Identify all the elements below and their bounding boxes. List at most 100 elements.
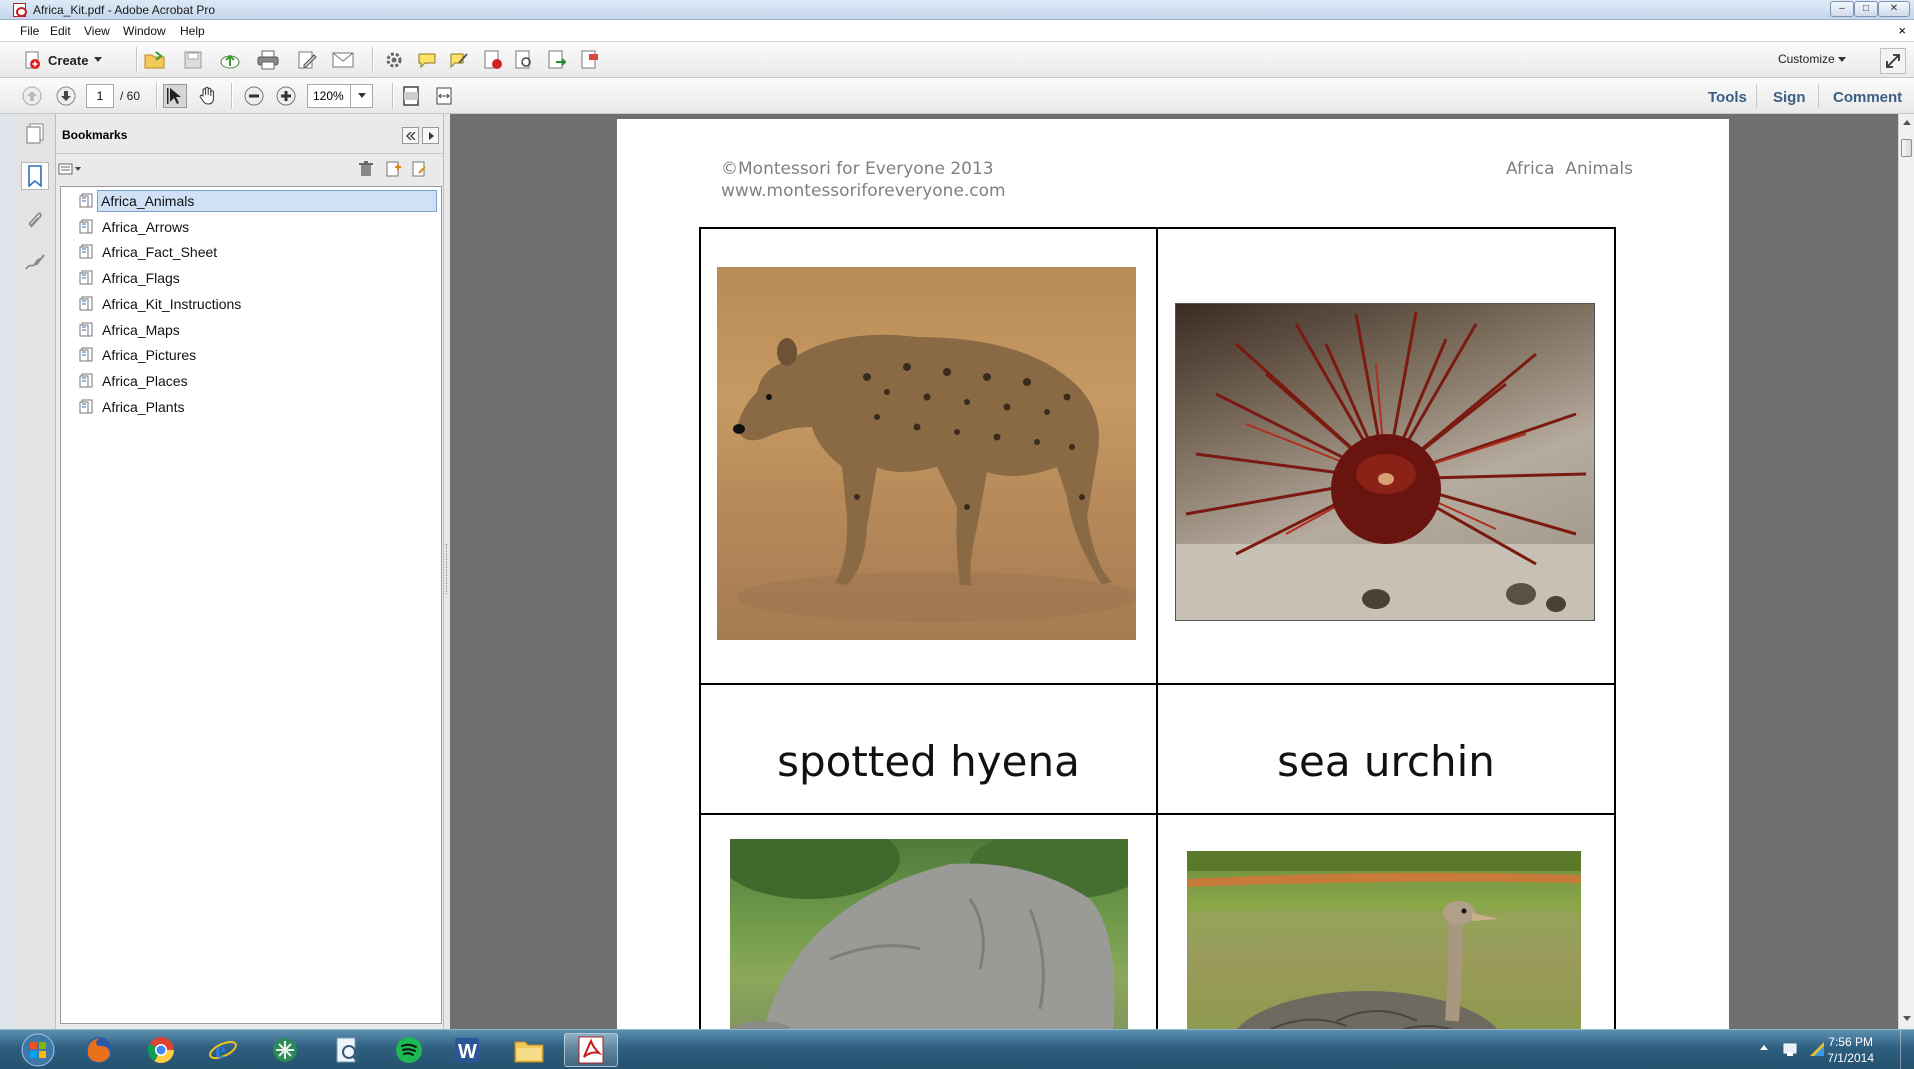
menu-file[interactable]: File (20, 24, 39, 38)
document-viewer[interactable]: ©Montessori for Everyone 2013 www.montes… (450, 114, 1898, 1029)
upload-button[interactable] (218, 48, 242, 72)
bookmarks-panel: Bookmarks Africa_Animals Africa_Arrows Afr… (56, 114, 444, 1029)
customize-menu[interactable]: Customize (1778, 52, 1846, 66)
edit-document-button[interactable] (295, 48, 319, 72)
taskbar-internet-explorer[interactable]: e (196, 1033, 250, 1067)
print-button[interactable] (256, 48, 280, 72)
menu-window[interactable]: Window (123, 24, 166, 38)
open-button[interactable] (143, 48, 167, 72)
bookmark-item[interactable]: Africa_Arrows (77, 216, 435, 238)
export-page-icon (548, 50, 567, 69)
bookmark-page-icon (79, 219, 93, 235)
export-button[interactable] (545, 48, 569, 72)
menu-view[interactable]: View (84, 24, 110, 38)
hand-tool-button[interactable] (196, 84, 220, 108)
bookmark-options-button[interactable] (56, 157, 84, 181)
attachments-button[interactable] (21, 206, 49, 234)
minimize-button[interactable]: – (1830, 1, 1854, 17)
collapse-panel-button[interactable] (402, 127, 419, 144)
tools-tab[interactable]: Tools (1708, 89, 1747, 106)
bookmark-page-icon (79, 244, 93, 260)
bookmarks-button[interactable] (21, 162, 49, 190)
compare-button[interactable] (512, 48, 536, 72)
chevron-right-icon (428, 131, 434, 140)
save-button[interactable] (181, 48, 205, 72)
page-thumbnails-button[interactable] (21, 120, 49, 148)
select-tool-button[interactable] (163, 84, 187, 108)
bookmark-item[interactable]: Africa_Flags (77, 267, 435, 289)
taskbar-firefox[interactable] (72, 1033, 126, 1067)
bookmark-page-icon (79, 193, 93, 209)
zoom-out-button[interactable] (242, 84, 266, 108)
new-bookmark-button[interactable] (382, 157, 406, 181)
minus-circle-icon (244, 86, 264, 106)
bookmark-item[interactable]: Africa_Maps (77, 319, 435, 341)
grid-line (699, 683, 1616, 685)
taskbar-spotify[interactable] (382, 1033, 436, 1067)
taskbar-network[interactable] (258, 1033, 312, 1067)
full-screen-button[interactable] (1880, 48, 1906, 74)
arrow-up-icon (22, 86, 42, 106)
next-page-button[interactable] (54, 84, 78, 108)
taskbar-acrobat[interactable] (564, 1033, 618, 1067)
maximize-button[interactable]: □ (1854, 1, 1878, 17)
signatures-button[interactable] (21, 248, 49, 276)
bookmarks-toolbar (56, 154, 444, 184)
bookmark-item[interactable]: Africa_Animals (97, 190, 437, 212)
settings-button[interactable] (382, 48, 406, 72)
bookmark-label: Africa_Plants (102, 398, 185, 415)
delete-bookmark-button[interactable] (354, 157, 378, 181)
bookmark-item[interactable]: Africa_Fact_Sheet (77, 241, 435, 263)
bookmark-item[interactable]: Africa_Plants (77, 396, 435, 418)
customize-label: Customize (1777, 52, 1835, 66)
redact-button[interactable] (481, 48, 505, 72)
scroll-down-arrow-icon[interactable] (1903, 1016, 1911, 1022)
combine-button[interactable] (578, 48, 602, 72)
email-button[interactable] (331, 48, 355, 72)
action-center-flag-icon[interactable] (1782, 1042, 1798, 1058)
comment-tab[interactable]: Comment (1833, 89, 1902, 106)
bookmark-label: Africa_Maps (102, 321, 180, 338)
comment-button[interactable] (415, 48, 439, 72)
panel-options-button[interactable] (422, 127, 439, 144)
close-button[interactable]: ✕ (1878, 1, 1910, 17)
grid-line (699, 813, 1616, 815)
taskbar-chrome[interactable] (134, 1033, 188, 1067)
menu-help[interactable]: Help (180, 24, 205, 38)
vertical-scrollbar[interactable] (1898, 114, 1914, 1029)
zoom-dropdown[interactable] (351, 84, 373, 108)
close-document-button[interactable]: × (1898, 23, 1906, 38)
bookmark-label: Africa_Animals (101, 193, 195, 209)
start-button[interactable] (10, 1033, 66, 1067)
plus-circle-icon (276, 86, 296, 106)
highlight-button[interactable] (447, 48, 471, 72)
menu-edit[interactable]: Edit (50, 24, 71, 38)
bookmark-item[interactable]: Africa_Places (77, 370, 435, 392)
card-label-sea-urchin: sea urchin (1277, 737, 1495, 786)
taskbar-word[interactable]: W (440, 1033, 494, 1067)
current-page-input[interactable]: 1 (86, 84, 114, 108)
create-button[interactable]: Create (18, 48, 108, 72)
scroll-up-arrow-icon[interactable] (1903, 120, 1911, 126)
taskbar-search[interactable] (320, 1033, 374, 1067)
card-label-hyena: spotted hyena (777, 737, 1080, 786)
bookmark-expand-button[interactable] (408, 157, 432, 181)
bookmark-item[interactable]: Africa_Kit_Instructions (77, 293, 435, 315)
zoom-level-input[interactable]: 120% (307, 84, 351, 108)
fit-page-button[interactable] (399, 84, 423, 108)
taskbar-file-explorer[interactable] (502, 1033, 556, 1067)
zoom-in-button[interactable] (274, 84, 298, 108)
fit-width-button[interactable] (432, 84, 456, 108)
show-hidden-icons-icon[interactable] (1760, 1045, 1768, 1051)
previous-page-button[interactable] (20, 84, 44, 108)
pdf-page: ©Montessori for Everyone 2013 www.montes… (617, 119, 1729, 1029)
scrollbar-thumb[interactable] (1901, 139, 1912, 157)
network-signal-icon[interactable] (1808, 1040, 1826, 1058)
taskbar-clock[interactable]: 7:56 PM 7/1/2014 (1827, 1034, 1874, 1066)
show-desktop-button[interactable] (1900, 1030, 1914, 1069)
sign-tab[interactable]: Sign (1773, 89, 1806, 106)
bookmark-item[interactable]: Africa_Pictures (77, 344, 435, 366)
ostrich-illustration (1187, 851, 1581, 1029)
gear-icon (386, 52, 402, 68)
chevron-down-icon (357, 93, 366, 98)
